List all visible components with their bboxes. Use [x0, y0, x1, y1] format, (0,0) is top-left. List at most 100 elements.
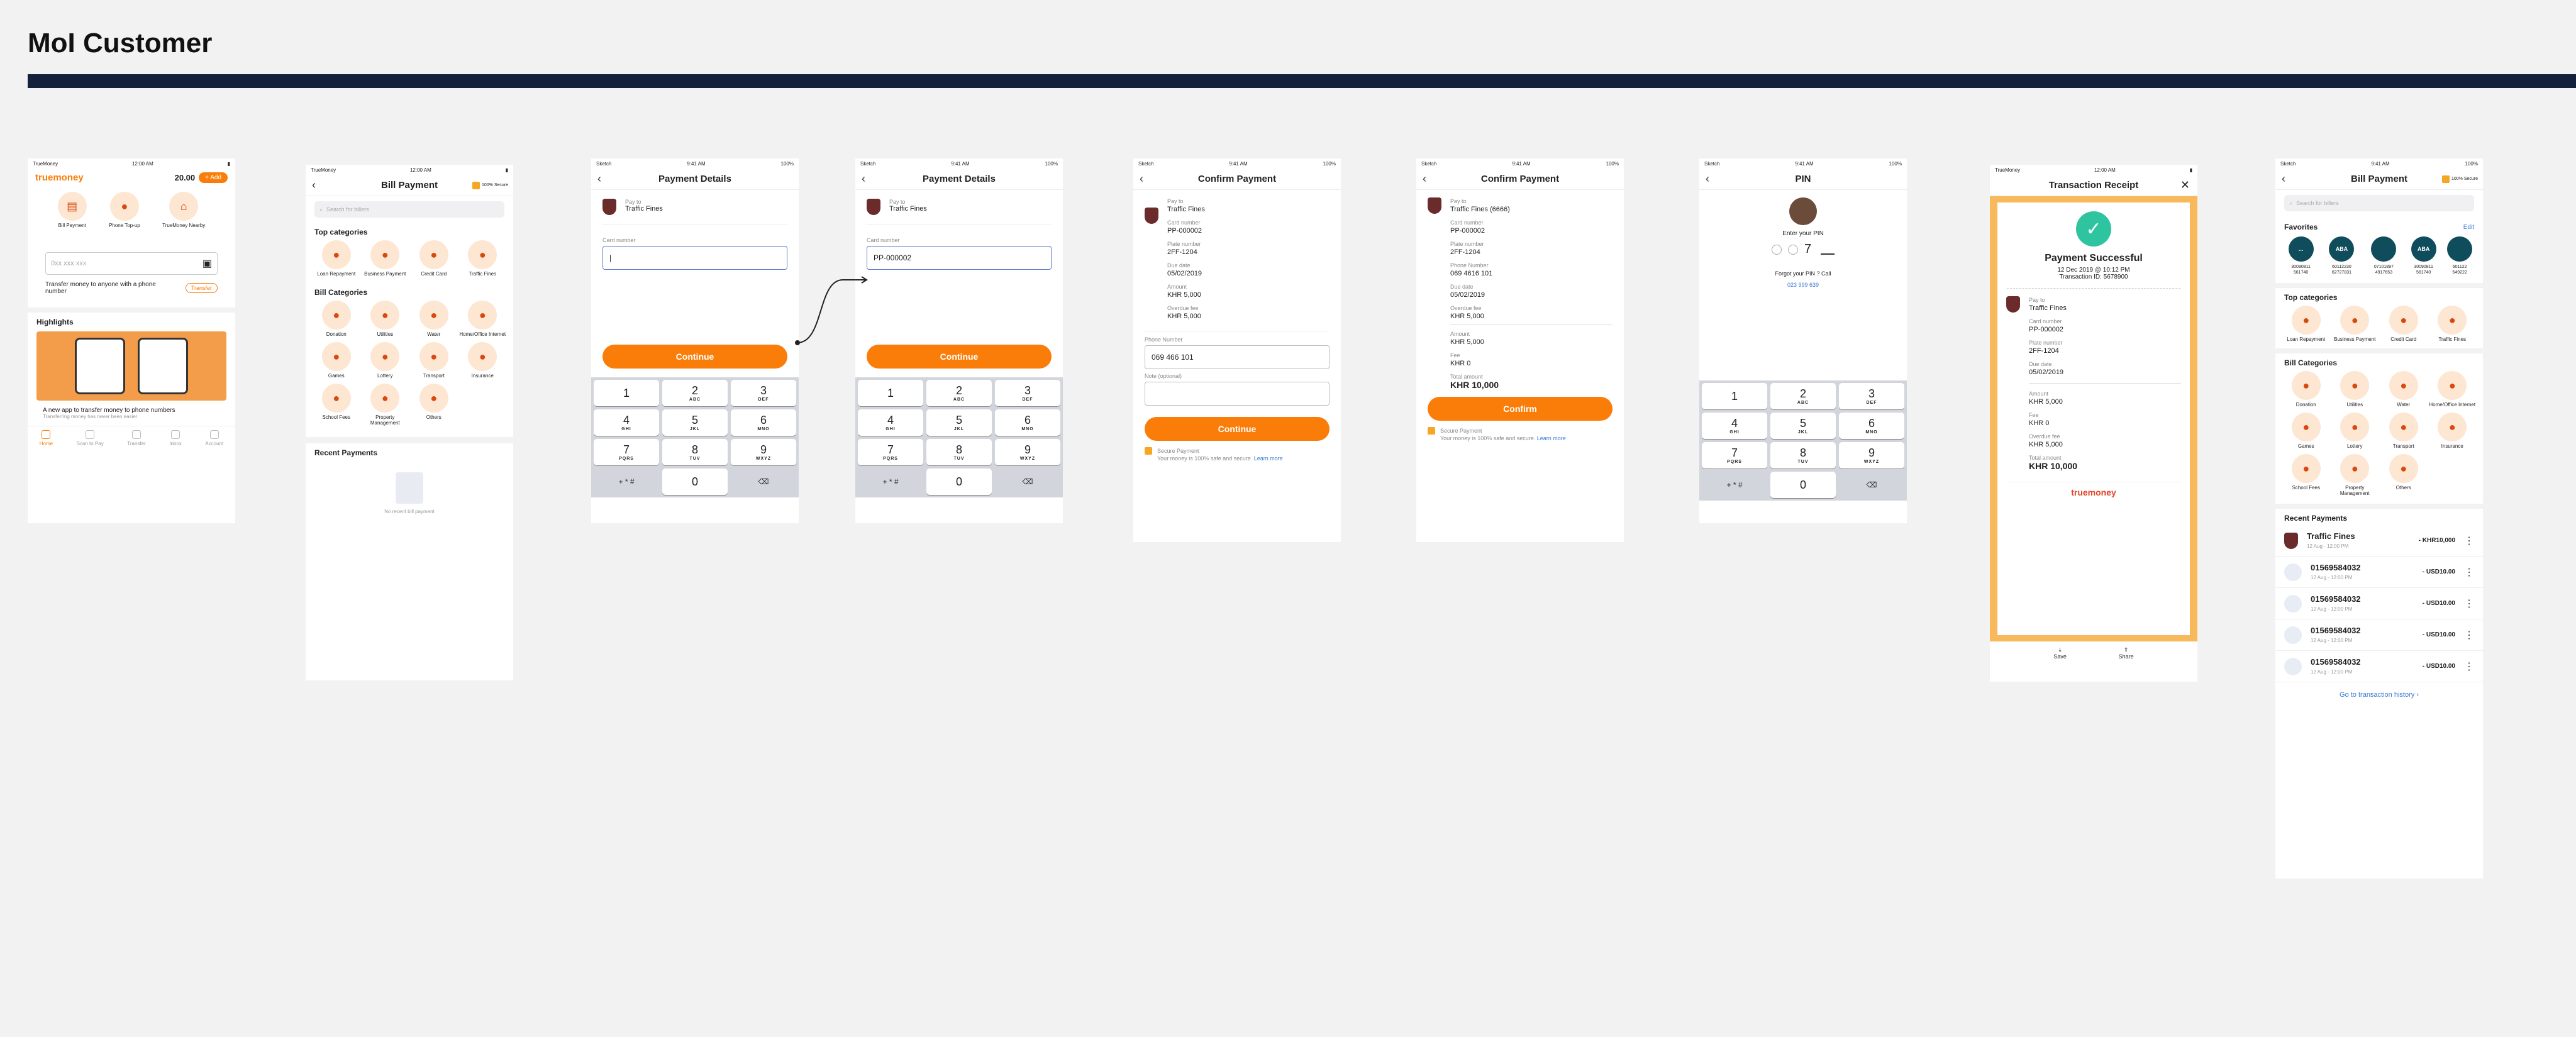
- key-symbols[interactable]: + * #: [1702, 472, 1767, 498]
- secure-text: Your money is 100% safe and secure.: [1440, 435, 1536, 441]
- recent-payment-row[interactable]: Traffic Fines 12 Aug - 12:00 PM - KHR10,00…: [2275, 525, 2483, 557]
- category-property-management[interactable]: ● Property Management: [2331, 454, 2380, 496]
- screen-bill-payment-favorites: Sketch 9:41 AM 100% ‹ Bill Payment 100% Secu…: [2275, 158, 2483, 879]
- category-lottery[interactable]: ● Lottery: [2331, 413, 2380, 449]
- key-9[interactable]: 9 WXYZ: [1839, 442, 1904, 469]
- share-button[interactable]: ⇧ Share: [2119, 646, 2134, 660]
- favorite-item[interactable]: ABA 30090811 561740: [2407, 236, 2440, 275]
- key-8[interactable]: 8 TUV: [1770, 442, 1836, 469]
- water-icon: ●: [2389, 371, 2418, 400]
- key-6[interactable]: 6 MNO: [1839, 413, 1904, 439]
- screen-confirm-payment-input: Sketch 9:41 AM 100% ‹ Confirm Payment Pay t…: [1133, 158, 1341, 542]
- fee-value: KHR 0: [1450, 360, 1471, 367]
- biller-logo: ...: [2288, 236, 2314, 262]
- back-icon[interactable]: ‹: [2282, 172, 2285, 186]
- edit-link[interactable]: Edit: [2463, 224, 2474, 231]
- plate-number-value: 2FF-1204: [1450, 248, 1480, 256]
- biller-logo: ABA: [2411, 236, 2436, 262]
- favorite-item[interactable]: ... 30090811 561740: [2284, 236, 2318, 275]
- phone-number-value: 069 4616 101: [1450, 270, 1493, 277]
- time-label: 9:41 AM: [1795, 160, 1814, 167]
- plate-number-label: Plate number: [1450, 241, 1484, 247]
- recent-payment-row[interactable]: 01569584032 12 Aug - 12:00 PM - USD10.00 ⋮: [2275, 651, 2483, 682]
- search-input[interactable]: ⌕ Search for billers: [2284, 195, 2474, 211]
- back-icon[interactable]: ‹: [1140, 172, 1143, 186]
- category-insurance[interactable]: ● Insurance: [2428, 413, 2477, 449]
- key-0[interactable]: 0: [1770, 472, 1836, 498]
- more-options-icon[interactable]: ⋮: [2464, 629, 2474, 641]
- payment-date: 12 Aug - 12:00 PM: [2311, 575, 2353, 580]
- biller-icon: [2284, 626, 2302, 644]
- category-traffic-fines[interactable]: ● Traffic Fines: [2428, 306, 2477, 342]
- share-icon: ⇧: [2123, 646, 2129, 653]
- pin-dots[interactable]: 7: [1772, 242, 1835, 257]
- key-3[interactable]: 3 DEF: [1839, 383, 1904, 409]
- recent-payment-row[interactable]: 01569584032 12 Aug - 12:00 PM - USD10.00 ⋮: [2275, 588, 2483, 619]
- close-icon[interactable]: ✕: [2180, 179, 2190, 192]
- category-donation[interactable]: ● Donation: [2282, 371, 2331, 408]
- favorite-item[interactable]: 601122 549222: [2445, 236, 2474, 275]
- lock-icon: [1428, 427, 1435, 435]
- business-icon: ●: [2340, 306, 2370, 335]
- category-label: Donation: [2296, 402, 2316, 408]
- favorite-item[interactable]: 07101897 4917653: [2366, 236, 2402, 275]
- key-5[interactable]: 5 JKL: [1770, 413, 1836, 439]
- confirm-button[interactable]: Confirm: [1428, 397, 1613, 421]
- bill-categories-heading: Bill Categories: [2284, 358, 2338, 367]
- biller-logo: ABA: [2329, 236, 2355, 262]
- overdue-fee-label: Overdue fee: [1167, 305, 1199, 311]
- category-label: School Fees: [2292, 485, 2320, 491]
- category-label: Property Management: [2340, 485, 2370, 496]
- more-options-icon[interactable]: ⋮: [2464, 597, 2474, 610]
- back-icon[interactable]: ‹: [1706, 172, 1709, 186]
- card-number-value: PP-000002: [1450, 227, 1485, 235]
- learn-more-link[interactable]: Learn more: [1254, 455, 1283, 462]
- card-number-label: Card number: [1167, 219, 1201, 226]
- top-categories-heading: Top categories: [2284, 293, 2338, 302]
- recent-payment-row[interactable]: 01569584032 12 Aug - 12:00 PM - USD10.00 ⋮: [2275, 619, 2483, 651]
- key-1[interactable]: 1: [1702, 383, 1767, 409]
- others-icon: ●: [2389, 454, 2418, 483]
- key-2[interactable]: 2 ABC: [1770, 383, 1836, 409]
- backspace-icon[interactable]: ⌫: [1839, 472, 1904, 498]
- category-label: Others: [2396, 485, 2411, 491]
- credit-card-icon: ●: [2389, 306, 2418, 335]
- category-credit-card[interactable]: ● Credit Card: [2379, 306, 2428, 342]
- secure-text: Your money is 100% safe and secure.: [1157, 455, 1253, 462]
- continue-button[interactable]: Continue: [1145, 417, 1330, 441]
- page-title: PIN: [1795, 174, 1811, 184]
- support-phone-link[interactable]: 023 999 639: [1787, 282, 1819, 288]
- payment-title: 01569584032: [2311, 563, 2361, 572]
- note-input[interactable]: [1145, 382, 1330, 406]
- more-options-icon[interactable]: ⋮: [2464, 535, 2474, 547]
- category-label: Lottery: [2347, 443, 2363, 449]
- transaction-history-link[interactable]: Go to transaction history ›: [2275, 682, 2483, 707]
- numeric-keypad: 1 2 ABC 3 DEF 4 GHI 5 JKL 6 MNO 7 PQRS 8 TUV 9 WXYZ + * #…: [1699, 380, 1907, 501]
- category-others[interactable]: ● Others: [2379, 454, 2428, 496]
- learn-more-link[interactable]: Learn more: [1537, 435, 1566, 441]
- traffic-fines-icon: ●: [2438, 306, 2467, 335]
- amount-value: KHR 5,000: [1167, 291, 1201, 299]
- key-4[interactable]: 4 GHI: [1702, 413, 1767, 439]
- category-games[interactable]: ● Games: [2282, 413, 2331, 449]
- category-business-payment[interactable]: ● Business Payment: [2331, 306, 2380, 342]
- category-home-office-internet[interactable]: ● Home/Office Internet: [2428, 371, 2477, 408]
- category-school-fees[interactable]: ● School Fees: [2282, 454, 2331, 496]
- category-transport[interactable]: ● Transport: [2379, 413, 2428, 449]
- category-utilities[interactable]: ● Utilities: [2331, 371, 2380, 408]
- category-water[interactable]: ● Water: [2379, 371, 2428, 408]
- more-options-icon[interactable]: ⋮: [2464, 660, 2474, 673]
- avatar: [1789, 197, 1817, 225]
- recent-payment-row[interactable]: 01569584032 12 Aug - 12:00 PM - USD10.00 ⋮: [2275, 557, 2483, 588]
- fee-value: KHR 0: [2029, 419, 2050, 427]
- download-icon: ⤓: [2058, 646, 2062, 653]
- favorite-item[interactable]: ABA 60112230 62727831: [2323, 236, 2361, 275]
- pay-to-label: Pay to: [2029, 297, 2045, 303]
- category-loan-repayment[interactable]: ● Loan Repayment: [2282, 306, 2331, 342]
- brand-logo: truemoney: [2071, 487, 2116, 497]
- back-icon[interactable]: ‹: [1423, 172, 1426, 186]
- more-options-icon[interactable]: ⋮: [2464, 566, 2474, 579]
- save-button[interactable]: ⤓ Save: [2053, 646, 2067, 660]
- phone-number-input[interactable]: 069 466 101: [1145, 345, 1330, 369]
- key-7[interactable]: 7 PQRS: [1702, 442, 1767, 469]
